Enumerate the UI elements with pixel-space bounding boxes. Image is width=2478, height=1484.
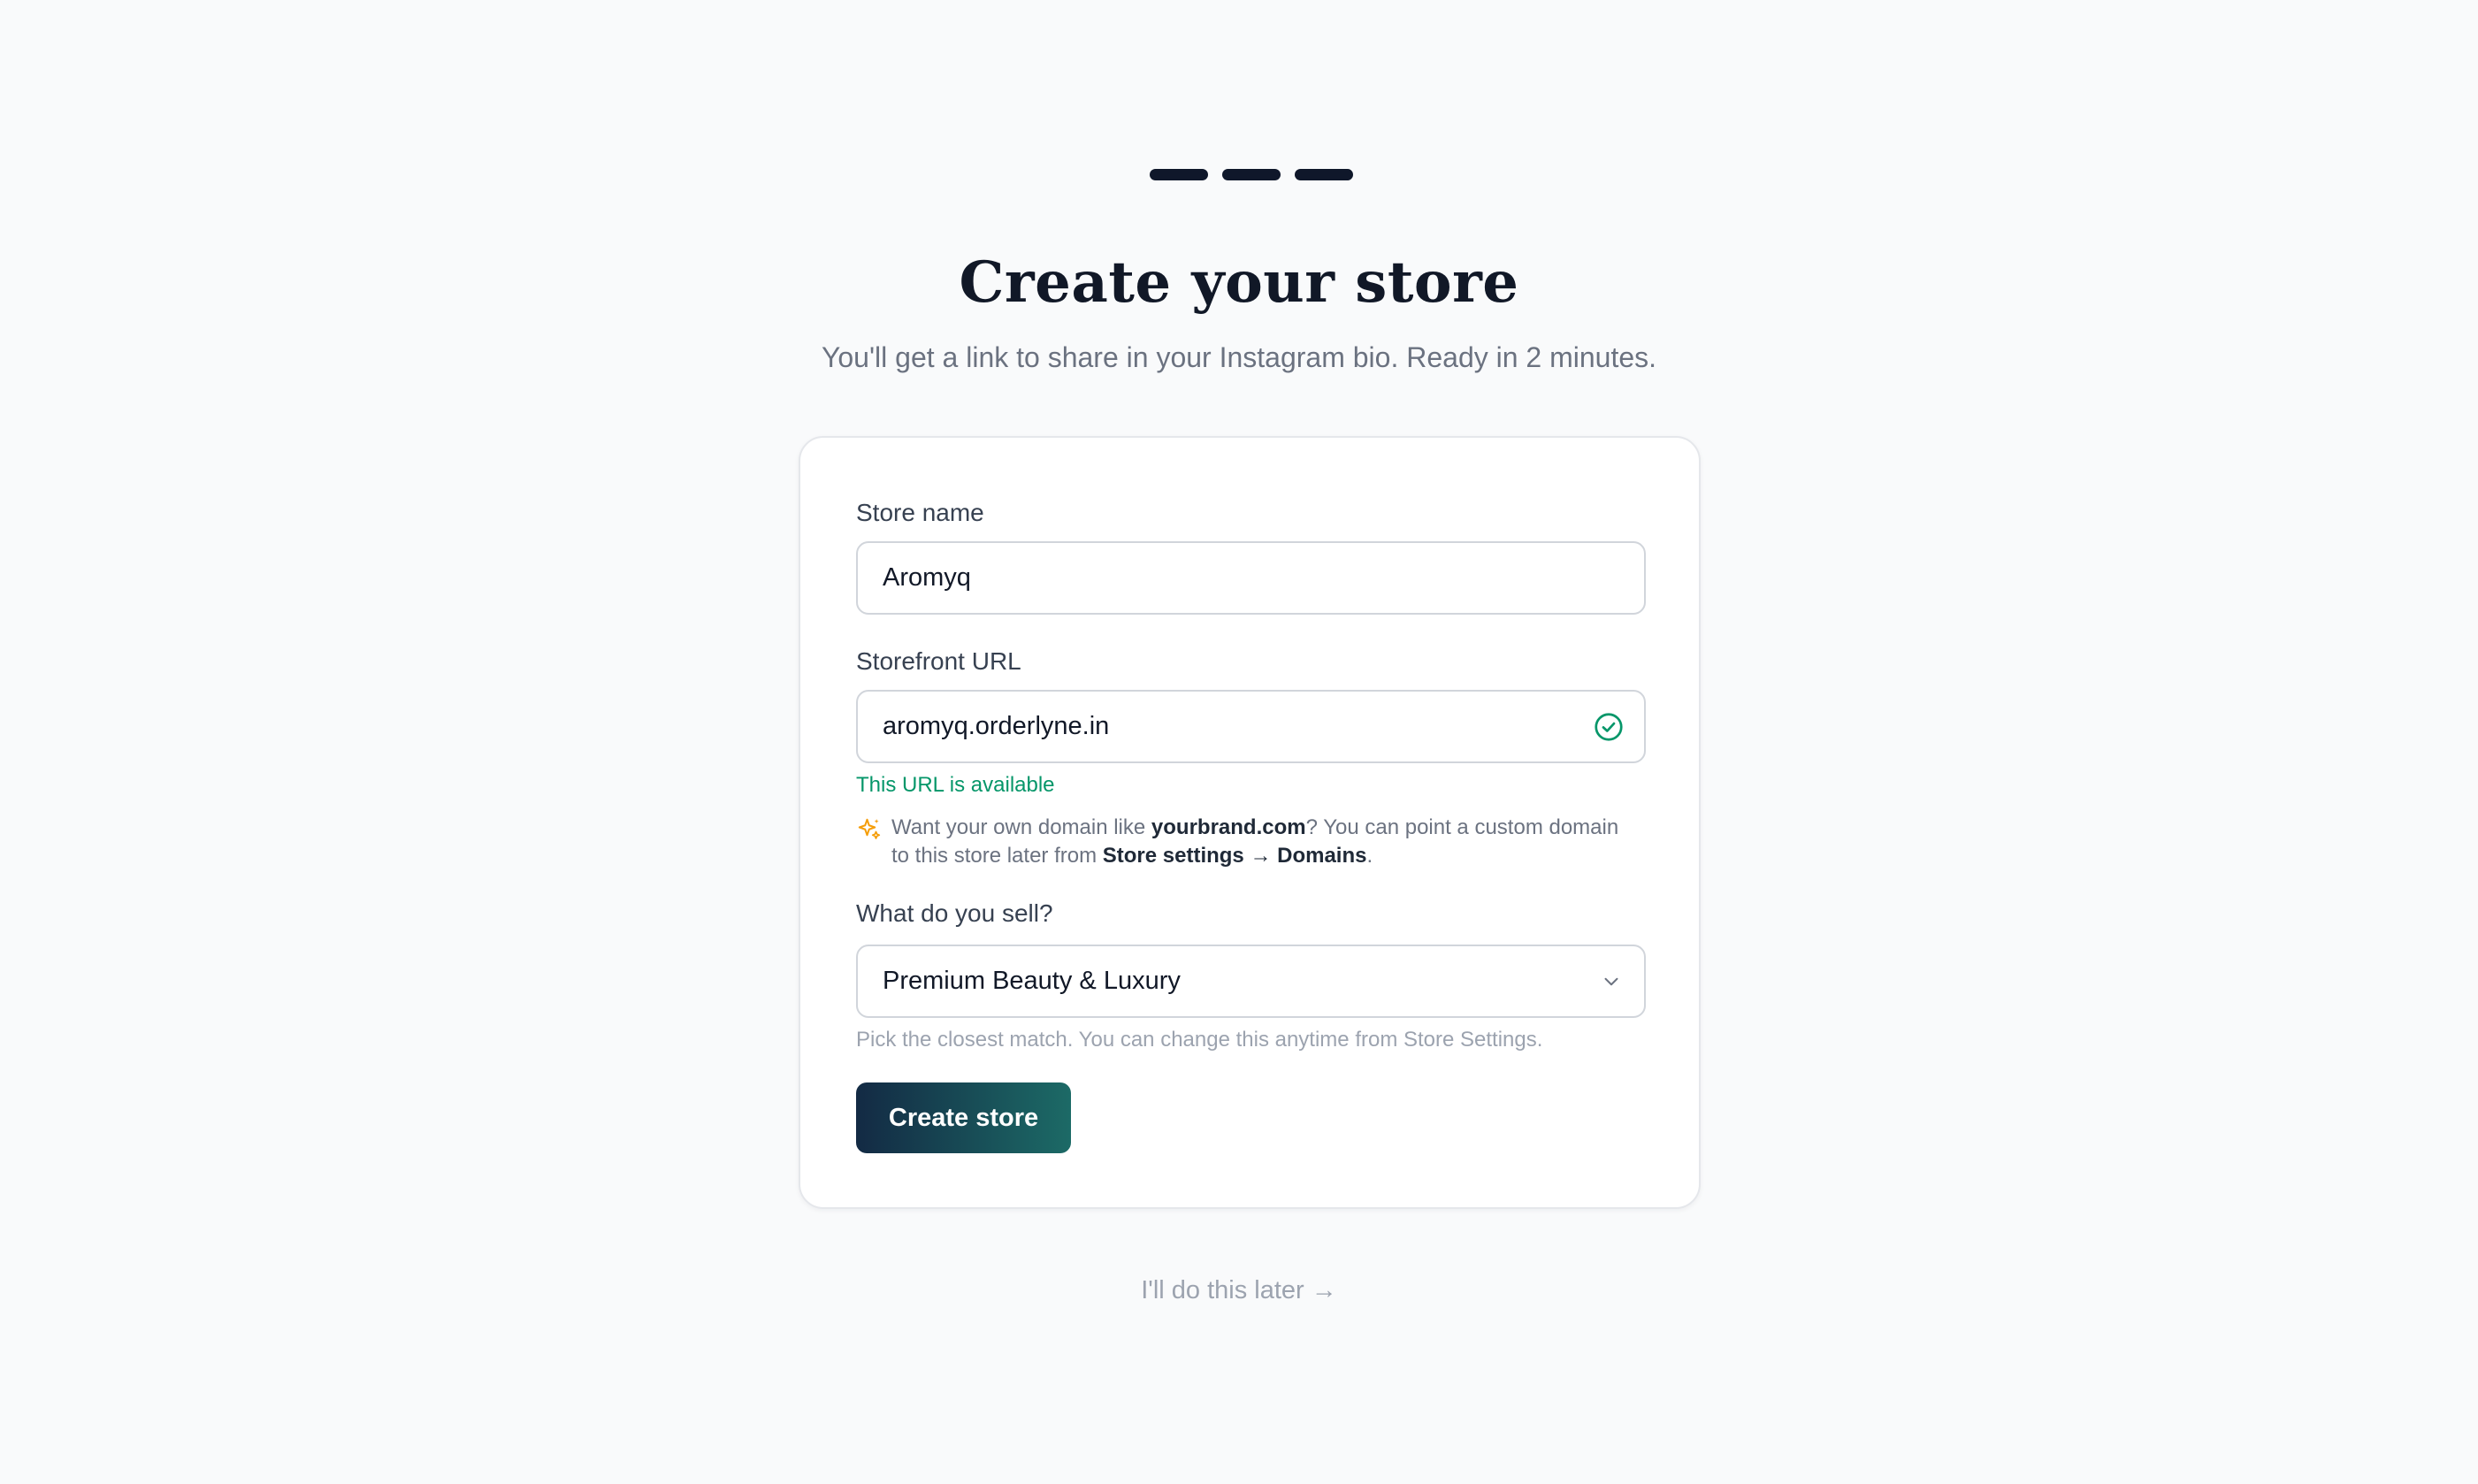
storefront-url-field-box — [856, 690, 1646, 763]
progress-step-3 — [1295, 169, 1353, 180]
storefront-url-input[interactable] — [883, 712, 1619, 741]
example-domain: yourbrand.com — [1151, 815, 1306, 839]
store-name-input[interactable] — [883, 563, 1619, 593]
category-help-text: Pick the closest match. You can change t… — [856, 1028, 1543, 1052]
page-title: Create your store — [959, 249, 1519, 316]
create-store-button[interactable]: Create store — [856, 1082, 1071, 1153]
progress-indicator — [1150, 169, 1353, 180]
progress-step-2 — [1222, 169, 1281, 180]
custom-domain-hint: Want your own domain like yourbrand.com?… — [856, 814, 1634, 870]
create-store-card: Store name Storefront URL This URL is av… — [799, 436, 1701, 1209]
check-circle-icon — [1595, 713, 1623, 741]
page-subtitle: You'll get a link to share in your Insta… — [821, 341, 1657, 373]
chevron-down-icon — [1604, 977, 1618, 985]
custom-domain-hint-text: Want your own domain like yourbrand.com?… — [891, 815, 1619, 868]
progress-step-1 — [1150, 169, 1208, 180]
sparkle-icon — [858, 818, 881, 839]
category-selected-value: Premium Beauty & Luxury — [883, 967, 1181, 995]
category-select[interactable]: Premium Beauty & Luxury — [856, 945, 1646, 1018]
skip-for-later-link[interactable]: I'll do this later → — [0, 1273, 2478, 1308]
storefront-url-label: Storefront URL — [856, 647, 1021, 675]
category-label: What do you sell? — [856, 899, 1053, 927]
store-name-field-box — [856, 541, 1646, 615]
onboarding-page: Create your store You'll get a link to s… — [0, 0, 2478, 1484]
url-availability-status: This URL is available — [856, 773, 1055, 797]
domains-settings-path: Store settings → Domains — [1102, 844, 1367, 868]
store-name-label: Store name — [856, 499, 984, 526]
